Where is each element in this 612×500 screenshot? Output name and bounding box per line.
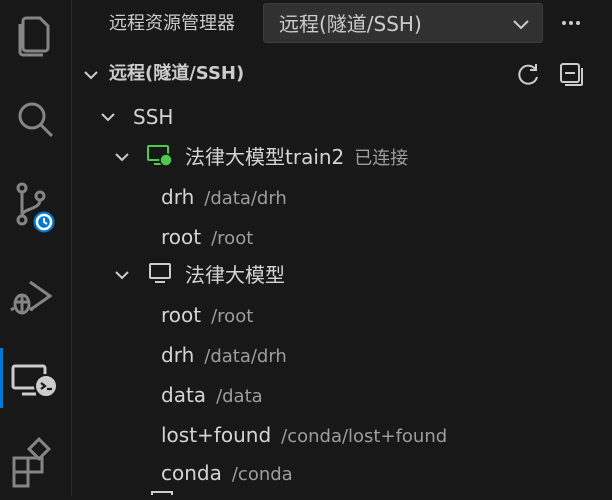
tree-folder[interactable]: data/data [73,374,612,414]
section-title: 远程(隧道/SSH) [109,63,245,84]
chevron-down-icon [513,20,529,30]
view-select[interactable]: 远程(隧道/SSH) [263,3,543,43]
search-icon[interactable] [0,84,72,156]
tree-folder[interactable]: drh/data/drh [73,176,612,216]
source-control-icon[interactable] [0,168,72,240]
host-name: 法律大模型 [185,263,285,287]
tree-folder[interactable]: root/root [73,216,612,256]
folder-name: lost+found [161,423,272,447]
remote-connected-icon [147,145,173,167]
tree-host-connected[interactable]: 法律大模型train2 已连接 [73,136,612,176]
run-debug-icon[interactable] [0,260,72,332]
extensions-icon[interactable] [0,428,72,500]
remote-host-icon [149,263,171,283]
collapse-all-icon[interactable] [557,60,585,88]
remote-explorer-panel: 远程资源管理器 远程(隧道/SSH) 远程(隧道/SSH) SSH 法律大模型t… [73,0,612,496]
folder-name: conda [161,461,222,485]
remote-host-icon [151,491,173,495]
view-select-value: 远程(隧道/SSH) [279,12,422,36]
tree-folder[interactable]: drh/data/drh [73,334,612,374]
panel-title: 远程资源管理器 [109,13,235,34]
activity-bar [0,0,72,496]
chevron-down-icon [101,113,115,122]
folder-name: root [161,303,202,327]
tree-host[interactable]: 法律大模型 [73,254,612,294]
tree-folder[interactable]: conda/conda [73,452,612,492]
section-header[interactable]: 远程(隧道/SSH) [73,54,612,94]
folder-name: root [161,225,202,249]
tree-group-ssh[interactable]: SSH [73,96,612,136]
folder-path: /data [216,386,263,407]
tree-folder[interactable]: root/root [73,294,612,334]
folder-name: data [161,383,207,407]
tree-folder[interactable]: lost+found/conda/lost+found [73,414,612,454]
folder-path: /data/drh [204,346,287,367]
more-actions-icon[interactable] [557,10,585,36]
refresh-icon[interactable] [515,60,543,88]
chevron-down-icon [84,71,98,80]
host-name: 法律大模型train2 [185,145,345,169]
folder-path: /conda/lost+found [281,426,448,447]
remote-explorer-icon[interactable] [0,342,72,414]
chevron-down-icon [115,271,129,280]
folder-path: /root [211,306,254,327]
connection-status: 已连接 [354,148,409,169]
folder-path: /data/drh [204,188,287,209]
folder-path: /conda [231,464,293,485]
folder-path: /root [211,228,254,249]
folder-name: drh [161,343,195,367]
tree-group-label: SSH [133,105,174,129]
explorer-icon[interactable] [0,0,72,72]
folder-name: drh [161,185,195,209]
chevron-down-icon [115,153,129,162]
